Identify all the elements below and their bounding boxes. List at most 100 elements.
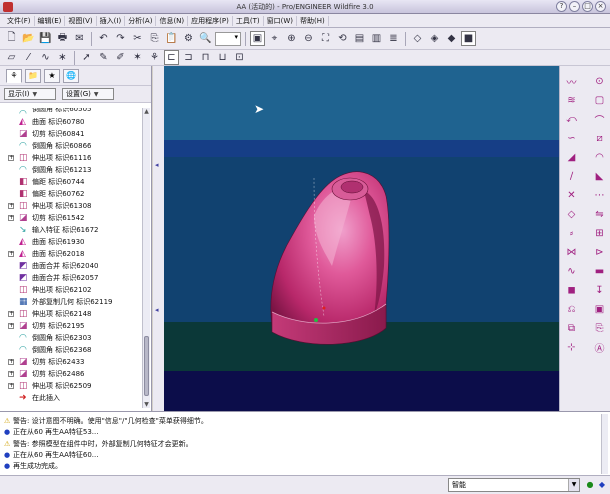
tree-item[interactable]: ◪ 切剪 标识60841 bbox=[0, 128, 142, 140]
graphics-window[interactable]: ➤ bbox=[164, 66, 559, 411]
saved-views-icon[interactable]: ▥ bbox=[369, 31, 384, 46]
selection-filter[interactable]: 智能 ▼ bbox=[448, 478, 580, 492]
connections-tab-icon[interactable]: 🌐 bbox=[63, 68, 79, 83]
datum-plane-display-icon[interactable]: ⊏ bbox=[164, 50, 179, 65]
refit-icon[interactable]: ⛶ bbox=[318, 31, 333, 46]
curve-icon[interactable]: ∕ bbox=[564, 169, 579, 183]
menu-item[interactable]: 帮助(H) bbox=[297, 15, 329, 26]
zoom-out-icon[interactable]: ⊖ bbox=[301, 31, 316, 46]
expand-icon[interactable]: + bbox=[8, 311, 14, 317]
show-button[interactable]: 显示(I) ▼ bbox=[4, 88, 56, 100]
menu-item[interactable]: 应用程序(P) bbox=[188, 15, 233, 26]
revolve-icon[interactable]: ⤺ bbox=[564, 112, 579, 126]
reorient-icon[interactable]: ⟲ bbox=[335, 31, 350, 46]
zoom-in-icon[interactable]: ⊕ bbox=[284, 31, 299, 46]
new-icon[interactable]: 🗋 bbox=[4, 31, 19, 46]
model-tree-tab-icon[interactable]: ⚘ bbox=[6, 68, 22, 83]
tree-item[interactable]: + ◫ 伸出项 标识62509 bbox=[0, 380, 142, 392]
layers-icon[interactable]: ≣ bbox=[386, 31, 401, 46]
menu-item[interactable]: 编辑(E) bbox=[35, 15, 66, 26]
tree-item[interactable]: + ◪ 切剪 标识62195 bbox=[0, 320, 142, 332]
spin-center-icon[interactable]: ⌖ bbox=[267, 31, 282, 46]
cut-icon[interactable]: ✂ bbox=[130, 31, 145, 46]
no-hidden-icon[interactable]: ◆ bbox=[444, 31, 459, 46]
datum-ref-icon[interactable]: ⊹ bbox=[564, 340, 579, 354]
shell-icon[interactable]: ▢ bbox=[592, 93, 607, 107]
menu-item[interactable]: 视图(V) bbox=[65, 15, 97, 26]
extend-icon[interactable]: ⊳ bbox=[592, 245, 607, 259]
tree-item[interactable]: + ◪ 切剪 标识62486 bbox=[0, 368, 142, 380]
menu-item[interactable]: 窗口(W) bbox=[264, 15, 297, 26]
zoom-combo[interactable]: ▾ bbox=[215, 31, 241, 46]
expand-icon[interactable]: + bbox=[8, 155, 14, 161]
3d-model[interactable] bbox=[164, 66, 559, 411]
csys-display-icon[interactable]: ⊔ bbox=[215, 50, 230, 65]
tree-item[interactable]: ◠ 倒圆角 标识60866 bbox=[0, 140, 142, 152]
model-tree-icon[interactable]: ⚘ bbox=[147, 50, 162, 65]
settings-button[interactable]: 设置(G) ▼ bbox=[62, 88, 114, 100]
round-icon[interactable]: ◠ bbox=[592, 150, 607, 164]
tree-item[interactable]: ◭ 曲面 标识61930 bbox=[0, 236, 142, 248]
expand-icon[interactable]: + bbox=[8, 371, 14, 377]
expand-icon[interactable]: + bbox=[8, 203, 14, 209]
feature-icon[interactable]: ✶ bbox=[130, 50, 145, 65]
select-icon[interactable]: ➚ bbox=[79, 50, 94, 65]
tree-item[interactable]: ◠ 倒圆角 标识62303 bbox=[0, 332, 142, 344]
menu-item[interactable]: 插入(I) bbox=[97, 15, 126, 26]
graph-icon[interactable]: ⊡ bbox=[232, 50, 247, 65]
tree-item[interactable]: ◠ 倒圆角 标识61213 bbox=[0, 164, 142, 176]
favorites-tab-icon[interactable]: ★ bbox=[44, 68, 60, 83]
folder-browser-tab-icon[interactable]: 📁 bbox=[25, 68, 41, 83]
save-icon[interactable]: 💾 bbox=[38, 31, 53, 46]
annotation-icon[interactable]: ✐ bbox=[113, 50, 128, 65]
tree-item[interactable]: ◩ 曲面合并 标识62040 bbox=[0, 260, 142, 272]
scroll-thumb[interactable] bbox=[144, 336, 149, 396]
find-icon[interactable]: 🔍 bbox=[198, 31, 213, 46]
hole-icon[interactable]: ⊙ bbox=[592, 74, 607, 88]
paste-icon[interactable]: 📋 bbox=[164, 31, 179, 46]
text-icon[interactable]: Ⓐ bbox=[592, 340, 607, 355]
expand-icon[interactable]: + bbox=[8, 251, 14, 257]
menu-item[interactable]: 分析(A) bbox=[125, 15, 157, 26]
datum-curve-icon[interactable]: ∿ bbox=[38, 50, 53, 65]
message-scrollbar[interactable] bbox=[601, 414, 608, 474]
sketch-icon[interactable]: ✎ bbox=[96, 50, 111, 65]
merge-icon[interactable]: ⊞ bbox=[592, 226, 607, 240]
orient-icon[interactable]: ▣ bbox=[250, 31, 265, 46]
expand-icon[interactable]: + bbox=[8, 323, 14, 329]
redo-icon[interactable]: ↷ bbox=[113, 31, 128, 46]
minimize-icon[interactable]: – bbox=[569, 1, 580, 12]
wrap-icon[interactable]: ⎌ bbox=[564, 302, 579, 316]
regen-status-icon[interactable]: ● bbox=[585, 479, 595, 490]
expand-icon[interactable]: + bbox=[8, 359, 14, 365]
collapse-arrow-icon[interactable]: ◂ bbox=[155, 161, 161, 169]
thicken-icon[interactable]: ▬ bbox=[592, 264, 607, 278]
intersect-icon[interactable]: ⋈ bbox=[564, 245, 579, 259]
expand-icon[interactable]: + bbox=[8, 383, 14, 389]
tree-item[interactable]: + ◫ 伸出项 标识62148 bbox=[0, 308, 142, 320]
tree-item[interactable]: ◫ 伸出项 标识62102 bbox=[0, 284, 142, 296]
blend-icon[interactable]: ◢ bbox=[564, 150, 579, 164]
copy-icon[interactable]: ⎘ bbox=[147, 31, 162, 46]
offset-icon[interactable]: ∿ bbox=[564, 264, 579, 278]
tree-item[interactable]: + ◫ 伸出项 标识61308 bbox=[0, 200, 142, 212]
help-icon[interactable]: ? bbox=[556, 1, 567, 12]
undo-icon[interactable]: ↶ bbox=[96, 31, 111, 46]
tree-item[interactable]: ▦ 外部复制几何 标识62119 bbox=[0, 296, 142, 308]
insert-here-marker[interactable]: ➜ 在此插入 bbox=[0, 392, 142, 404]
tree-item[interactable]: + ◪ 切剪 标识61542 bbox=[0, 212, 142, 224]
chevron-down-icon[interactable]: ▼ bbox=[568, 479, 579, 491]
open-icon[interactable]: 📂 bbox=[21, 31, 36, 46]
hidden-line-icon[interactable]: ◈ bbox=[427, 31, 442, 46]
extrude-icon[interactable]: ≋ bbox=[564, 93, 579, 107]
scroll-down-icon[interactable]: ▼ bbox=[143, 401, 150, 408]
panel-splitter[interactable]: ◂ ◂ bbox=[153, 66, 164, 411]
pattern-icon[interactable]: ⋯ bbox=[592, 188, 607, 202]
tree-item[interactable]: ◩ 曲面合并 标识62057 bbox=[0, 272, 142, 284]
trim-icon[interactable]: ⸗ bbox=[564, 226, 579, 240]
menu-item[interactable]: 工具(T) bbox=[233, 15, 264, 26]
project-icon[interactable]: ↧ bbox=[592, 283, 607, 297]
solidify-icon[interactable]: ◼ bbox=[564, 283, 579, 297]
publish-icon[interactable]: ⎘ bbox=[592, 321, 607, 335]
sketch-tool-icon[interactable]: 〰 bbox=[564, 74, 579, 89]
